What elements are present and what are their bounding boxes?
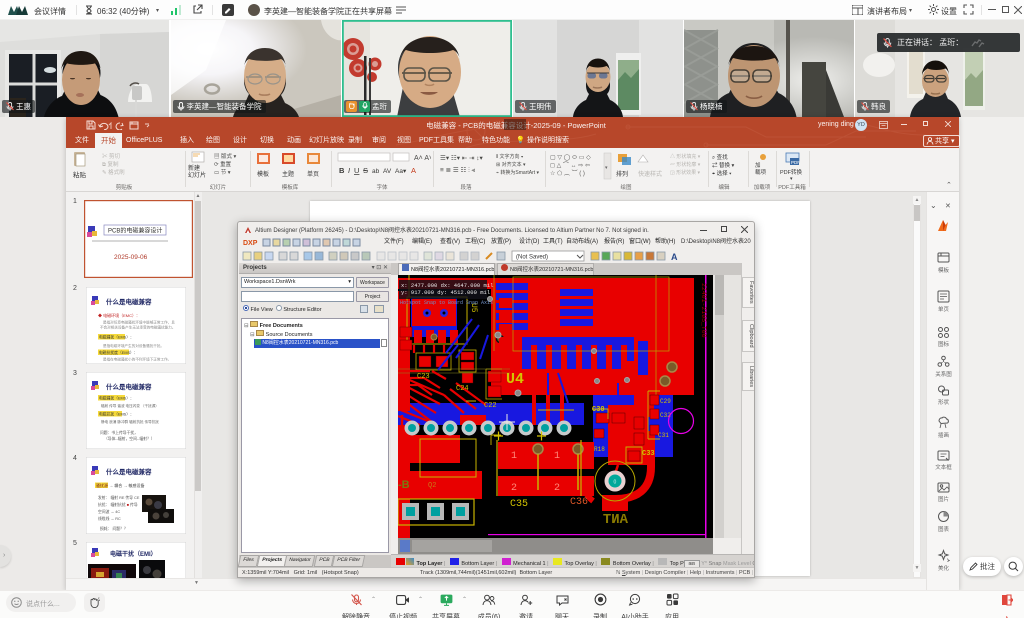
svg-text:电磁骚扰（EMS）：: 电磁骚扰（EMS）： xyxy=(99,335,134,340)
svg-text:22401-210S_T00: 22401-210S_T00 xyxy=(700,283,707,338)
svg-text:y: 917.000 dy: 4512.000 mil: y: 917.000 dy: 4512.000 mil xyxy=(401,289,490,296)
svg-text:主题: 主题 xyxy=(282,170,294,178)
svg-text:⌖ 选择 ▾: ⌖ 选择 ▾ xyxy=(712,169,732,177)
svg-text:☰▾ ☷▾ ⇤ ⇥ ↕▾: ☰▾ ☷▾ ⇤ ⇥ ↕▾ xyxy=(440,155,484,162)
svg-text:AV: AV xyxy=(383,168,392,175)
svg-text:⌕ 查找: ⌕ 查找 xyxy=(712,153,728,161)
svg-text:≡ ≣ ☰ ☷ ⫶ ⫷: ≡ ≣ ☰ ☷ ⫶ ⫷ xyxy=(440,165,476,174)
svg-text:C24: C24 xyxy=(456,385,469,393)
svg-text:1: 1 xyxy=(554,451,560,462)
svg-text:幻灯片: 幻灯片 xyxy=(188,171,206,179)
svg-text:2: 2 xyxy=(554,483,560,494)
svg-text:C22: C22 xyxy=(484,402,497,410)
svg-text:⟳ 重置: ⟳ 重置 xyxy=(214,160,232,168)
svg-text:不会对相关设备产生无法承受的电磁骚扰能力。: 不会对相关设备产生无法承受的电磁骚扰能力。 xyxy=(100,325,175,330)
svg-text:ab: ab xyxy=(372,168,380,175)
svg-text:PDF: PDF xyxy=(791,160,800,165)
svg-text:损耗： 问题？？: 损耗： 问题？？ xyxy=(100,526,128,531)
svg-text:⧉ 复制: ⧉ 复制 xyxy=(102,160,119,168)
svg-text:静电 浪涌 脉冲群 辐射抗扰 传导抗扰: 静电 浪涌 脉冲群 辐射抗扰 传导抗扰 xyxy=(101,419,159,424)
svg-text:2025-09-06: 2025-09-06 xyxy=(114,254,148,261)
svg-text:空间波 → 4C: 空间波 → 4C xyxy=(98,509,120,514)
svg-text:⊞ 对齐文本 ▾: ⊞ 对齐文本 ▾ xyxy=(496,161,526,168)
svg-text:⫴ 文字方向 ▾: ⫴ 文字方向 ▾ xyxy=(496,153,524,160)
svg-text:C30: C30 xyxy=(592,406,605,414)
svg-text:发射： 辐射 RE 传导 CE: 发射： 辐射 RE 传导 CE xyxy=(98,495,140,500)
svg-text:x: 2477.000 dx: 4647.000 mil: x: 2477.000 dx: 4647.000 mil xyxy=(401,282,493,289)
svg-text:1: 1 xyxy=(511,451,517,462)
svg-text:(Not Saved): (Not Saved) xyxy=(516,255,548,261)
svg-text:▾: ▾ xyxy=(790,176,793,182)
svg-text:辐射 传导 谐波 电压闪变 （干扰源）: 辐射 传导 谐波 电压闪变 （干扰源） xyxy=(101,403,159,408)
svg-text:什么是电磁兼容: 什么是电磁兼容 xyxy=(106,382,152,391)
svg-text:电磁抗扰（EMS）：: 电磁抗扰（EMS）： xyxy=(99,412,134,417)
svg-text:-B: -B xyxy=(398,479,410,491)
svg-text:Aa▾: Aa▾ xyxy=(395,168,407,175)
svg-text:0: 0 xyxy=(614,480,617,486)
svg-text:什么是电磁兼容: 什么是电磁兼容 xyxy=(106,297,152,306)
svg-text:（导体--辐射，空间--辐射？）: （导体--辐射，空间--辐射？） xyxy=(104,436,155,441)
svg-text:C23: C23 xyxy=(417,373,430,381)
svg-text:I: I xyxy=(348,166,350,175)
svg-text:2: 2 xyxy=(511,483,517,494)
svg-text:问题：书上传导干扰，: 问题：书上传导干扰， xyxy=(100,430,138,435)
svg-text:U4: U4 xyxy=(506,371,524,388)
svg-text:C36: C36 xyxy=(570,497,588,508)
svg-text:电磁干扰（EMI）: 电磁干扰（EMI） xyxy=(110,550,157,558)
svg-text:△ 形状填充 ▾: △ 形状填充 ▾ xyxy=(670,153,701,160)
svg-text:A: A xyxy=(671,252,678,262)
svg-text:DXP: DXP xyxy=(243,240,258,247)
svg-text:线缆线 → RC: 线缆线 → RC xyxy=(98,516,121,521)
svg-text:⌁ 转换为SmartArt ▾: ⌁ 转换为SmartArt ▾ xyxy=(496,169,540,176)
svg-text:C31: C31 xyxy=(658,432,669,439)
svg-text:▭ 节 ▾: ▭ 节 ▾ xyxy=(214,168,231,176)
svg-text:C35: C35 xyxy=(510,499,528,510)
svg-text:S: S xyxy=(363,166,368,175)
svg-text:Q2: Q2 xyxy=(428,482,436,490)
svg-text:U: U xyxy=(354,166,359,175)
svg-text:模板: 模板 xyxy=(257,170,269,178)
svg-text:电磁抗扰度（EMS）：: 电磁抗扰度（EMS）： xyxy=(99,350,138,355)
svg-text:▢ ▽ ◯ ⬭ ▭ ◇: ▢ ▽ ◯ ⬭ ▭ ◇ xyxy=(550,154,591,161)
svg-text:✎ 格式刷: ✎ 格式刷 xyxy=(102,168,125,176)
svg-text:ANT: ANT xyxy=(603,512,628,528)
svg-text:C33: C33 xyxy=(642,450,655,458)
svg-text:是指电磁环境产生的对设备骚扰干扰。: 是指电磁环境产生的对设备骚扰干扰。 xyxy=(103,343,164,348)
svg-text:R18: R18 xyxy=(594,446,605,453)
svg-text:◲ 形状效果 ▾: ◲ 形状效果 ▾ xyxy=(670,169,701,176)
svg-text:⇄ 替换 ▾: ⇄ 替换 ▾ xyxy=(712,161,735,169)
svg-text:抗扰： 辐射抗扰 ■ 传导: 抗扰： 辐射抗扰 ■ 传导 xyxy=(98,502,138,507)
svg-text:加: 加 xyxy=(755,161,761,169)
svg-text:B: B xyxy=(339,166,345,175)
svg-text:C29: C29 xyxy=(660,398,671,405)
svg-text:骚扰源 → 耦合 → 敏感设备: 骚扰源 → 耦合 → 敏感设备 xyxy=(96,482,144,488)
svg-text:是指在电磁骚扰小的不利环境下正常工作。: 是指在电磁骚扰小的不利环境下正常工作。 xyxy=(103,357,171,362)
svg-text:电磁骚扰（EMS）：: 电磁骚扰（EMS）： xyxy=(99,396,134,401)
svg-text:载项: 载项 xyxy=(755,168,767,176)
svg-text:A˄ A˅: A˄ A˅ xyxy=(414,155,431,162)
svg-text:◻ △ ⌒ ↔ ⇨ ⇦: ◻ △ ⌒ ↔ ⇨ ⇦ xyxy=(550,162,590,169)
svg-text:快速样式: 快速样式 xyxy=(638,170,662,178)
svg-text:☆ ⬠ ︵ ︶ ( ): ☆ ⬠ ︵ ︶ ( ) xyxy=(550,169,585,177)
svg-text:排列: 排列 xyxy=(616,170,628,178)
svg-text:单页: 单页 xyxy=(307,170,319,178)
svg-text:✂ 剪切: ✂ 剪切 xyxy=(102,152,121,160)
svg-text:是指对任意电磁骚扰环境中能够正常工作，且: 是指对任意电磁骚扰环境中能够正常工作，且 xyxy=(103,320,175,325)
svg-text:新建: 新建 xyxy=(188,164,200,172)
svg-text:▤ 版式 ▾: ▤ 版式 ▾ xyxy=(214,152,237,160)
svg-text:PCB的电磁兼容设计: PCB的电磁兼容设计 xyxy=(108,227,162,235)
svg-text:A: A xyxy=(411,166,416,175)
svg-text:什么是电磁兼容: 什么是电磁兼容 xyxy=(106,467,152,476)
svg-text:▱ 形状轮廓 ▾: ▱ 形状轮廓 ▾ xyxy=(670,161,701,168)
svg-text:Hotspot Snap to Board Snap Axi: Hotspot Snap to Board Snap Axis xyxy=(400,300,493,306)
svg-text:PDF转换: PDF转换 xyxy=(780,168,803,176)
svg-text:粘贴: 粘贴 xyxy=(73,170,87,179)
svg-text:◆ 电磁环境（EMC）：: ◆ 电磁环境（EMC）： xyxy=(98,312,140,318)
